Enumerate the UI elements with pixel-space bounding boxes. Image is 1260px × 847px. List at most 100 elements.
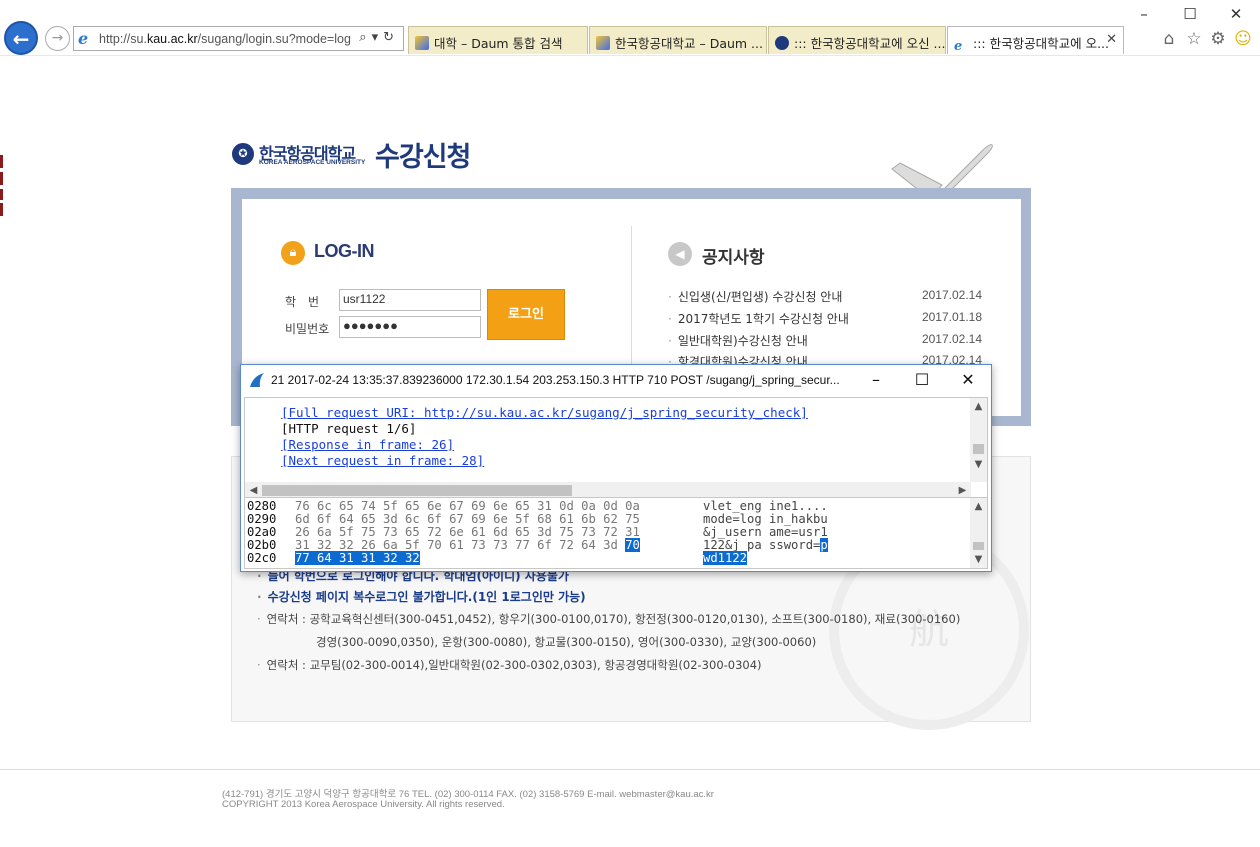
hex-bytes[interactable]: 26 6a 5f 75 73 65 72 6e 61 6d 65 3d 75 7…	[295, 525, 640, 539]
home-icon[interactable]: ⌂	[1159, 29, 1179, 49]
lock-icon: 🔒︎	[281, 241, 305, 265]
browser-window: – ☐ ✕ ← → e http://su.kau.ac.kr/sugang/l…	[0, 0, 1260, 847]
daum-icon	[596, 36, 610, 50]
hex-bytes[interactable]: 6d 6f 64 65 3d 6c 6f 67 69 6e 5f 68 61 6…	[295, 512, 640, 526]
ws-maximize-button[interactable]: ☐	[902, 368, 942, 392]
left-edge-marker	[0, 203, 3, 216]
ie-icon: e	[78, 29, 89, 48]
next-request-link[interactable]: [Next request in frame: 28]	[281, 453, 484, 468]
hex-bytes[interactable]: 77 64 31 31 32 32	[295, 551, 420, 565]
gear-icon[interactable]: ⚙	[1208, 29, 1228, 49]
close-tab-icon[interactable]: ✕	[1106, 32, 1117, 47]
tab-label: ::: 한국항공대학교에 오신 ...	[794, 36, 946, 51]
close-window-button[interactable]: ✕	[1221, 4, 1251, 24]
notice-date: 2017.01.18	[921, 310, 982, 324]
notice-date: 2017.02.14	[921, 332, 982, 346]
password-input[interactable]: ●●●●●●●	[339, 316, 481, 338]
left-edge-marker	[0, 189, 3, 200]
tab-kau-active[interactable]: e::: 한국항공대학교에 오... ✕	[947, 26, 1124, 54]
scroll-thumb[interactable]	[262, 485, 572, 496]
forward-button[interactable]: →	[45, 26, 70, 51]
full-request-uri-link[interactable]: [Full request URI: http://su.kau.ac.kr/s…	[281, 405, 808, 420]
tab-daum-kau[interactable]: 한국항공대학교 – Daum ...	[589, 26, 767, 54]
notice-item[interactable]: · 일반대학원)수강신청 안내 2017.02.14	[668, 332, 982, 349]
hex-offset: 02b0	[247, 538, 277, 552]
smiley-feedback-icon[interactable]: ☺	[1233, 29, 1253, 49]
hex-bytes-plain: 31 32 32 26 6a 5f 70 61 73 73 77 6f 72 6…	[295, 538, 626, 552]
response-frame-link[interactable]: [Response in frame: 26]	[281, 437, 454, 452]
page-title: 수강신청	[375, 142, 471, 173]
ascii-plain: 122&j_pa ssword=	[703, 538, 821, 552]
notice-item[interactable]: · 신입생(신/편입생) 수강신청 안내 2017.02.14	[668, 288, 982, 305]
wireshark-titlebar[interactable]: 21 2017-02-24 13:35:37.839236000 172.30.…	[241, 365, 991, 395]
packet-bytes-pane[interactable]: 0280 76 6c 65 74 5f 65 6e 67 69 6e 65 31…	[244, 497, 988, 569]
tree-vertical-scrollbar[interactable]: ▲ ▼	[970, 398, 987, 482]
notice-title[interactable]: 신입생(신/편입생) 수강신청 안내	[678, 290, 843, 304]
tab-daum-search[interactable]: 대학 – Daum 통합 검색	[408, 26, 588, 54]
back-button[interactable]: ←	[4, 21, 38, 55]
hex-ascii[interactable]: &j_usern ame=usr1	[703, 525, 828, 539]
login-button[interactable]: 로그인	[487, 289, 565, 340]
maximize-button[interactable]: ☐	[1175, 4, 1205, 24]
student-id-input[interactable]: usr1122	[339, 289, 481, 311]
ws-minimize-button[interactable]: –	[856, 368, 896, 392]
info-line: · 수강신청 페이지 복수로그인 불가합니다.(1인 1로그인만 가능)	[257, 590, 586, 604]
notice-heading-text: 공지사항	[702, 248, 765, 268]
search-refresh-icons[interactable]: ⌕▾↻	[359, 30, 399, 45]
scroll-thumb[interactable]	[973, 444, 984, 454]
ascii-selected: wd1122	[703, 551, 748, 565]
hex-vertical-scrollbar[interactable]: ▲ ▼	[970, 498, 987, 568]
notice-date: 2017.02.14	[921, 288, 982, 302]
info-line: · 연락처 : 교무팀(02-300-0014),일반대학원(02-300-030…	[257, 658, 762, 672]
hex-ascii[interactable]: wd1122	[703, 551, 748, 565]
ws-close-button[interactable]: ✕	[948, 368, 988, 392]
minimize-button[interactable]: –	[1129, 4, 1159, 24]
hex-offset: 0290	[247, 512, 277, 526]
info-line: · 연락처 : 공학교육혁신센터(300-0451,0452), 항우기(300-…	[257, 612, 961, 626]
wireshark-packet-window[interactable]: 21 2017-02-24 13:35:37.839236000 172.30.…	[240, 364, 992, 572]
left-edge-marker	[0, 155, 3, 168]
hex-ascii[interactable]: mode=log in_hakbu	[703, 512, 828, 526]
hex-row: 02b0 31 32 32 26 6a 5f 70 61 73 73 77 6f…	[245, 538, 971, 552]
hex-offset: 0280	[247, 499, 277, 513]
scroll-down-icon[interactable]: ▼	[970, 456, 987, 473]
notice-title[interactable]: 일반대학원)수강신청 안내	[678, 334, 808, 348]
hex-row: 0280 76 6c 65 74 5f 65 6e 67 69 6e 65 31…	[245, 499, 971, 513]
hex-bytes-selected: 70	[625, 538, 640, 552]
logo-english-name: KOREA AEROSPACE UNIVERSITY	[259, 159, 366, 166]
chrome-divider	[0, 55, 1260, 56]
info-text: 연락처 : 공학교육혁신센터(300-0451,0452), 항우기(300-0…	[266, 612, 961, 626]
browser-chrome: – ☐ ✕ ← → e http://su.kau.ac.kr/sugang/l…	[0, 0, 1260, 60]
hex-bytes[interactable]: 76 6c 65 74 5f 65 6e 67 69 6e 65 31 0d 0…	[295, 499, 640, 513]
daum-icon	[415, 36, 429, 50]
scroll-up-icon[interactable]: ▲	[970, 498, 987, 515]
tab-kau-1[interactable]: ::: 한국항공대학교에 오신 ...	[768, 26, 946, 54]
kau-emblem-icon: ✪	[232, 143, 254, 165]
speaker-icon: ◀︎	[668, 242, 692, 266]
footer-copyright: COPYRIGHT 2013 Korea Aerospace Universit…	[222, 799, 505, 810]
hex-bytes[interactable]: 31 32 32 26 6a 5f 70 61 73 73 77 6f 72 6…	[295, 538, 640, 552]
wireshark-title: 21 2017-02-24 13:35:37.839236000 172.30.…	[271, 373, 840, 387]
login-heading-text: LOG-IN	[314, 241, 375, 261]
favorites-star-icon[interactable]: ☆	[1184, 29, 1204, 49]
hex-row: 0290 6d 6f 64 65 3d 6c 6f 67 69 6e 5f 68…	[245, 512, 971, 526]
wireshark-fin-icon	[250, 373, 264, 387]
hex-ascii[interactable]: vlet_eng ine1....	[703, 499, 828, 513]
footer-address: (412-791) 경기도 고양시 덕양구 항공대학로 76 TEL. (02)…	[222, 789, 714, 800]
info-text: 연락처 : 교무팀(02-300-0014),일반대학원(02-300-0302…	[266, 658, 762, 672]
hex-row: 02a0 26 6a 5f 75 73 65 72 6e 61 6d 65 3d…	[245, 525, 971, 539]
password-label: 비밀번호	[285, 322, 330, 336]
student-id-label: 학 번	[285, 295, 320, 309]
notice-item[interactable]: · 2017학년도 1학기 수강신청 안내 2017.01.18	[668, 310, 982, 327]
footer-divider	[0, 769, 1260, 770]
address-bar[interactable]: e http://su.kau.ac.kr/sugang/login.su?mo…	[73, 26, 404, 51]
scroll-up-icon[interactable]: ▲	[970, 398, 987, 415]
scroll-thumb[interactable]	[973, 542, 984, 550]
packet-details-tree[interactable]: [Full request URI: http://su.kau.ac.kr/s…	[244, 397, 988, 499]
hex-ascii[interactable]: 122&j_pa ssword=p	[703, 538, 828, 552]
http-request-count: [HTTP request 1/6]	[281, 421, 417, 436]
scroll-down-icon[interactable]: ▼	[970, 551, 987, 568]
notice-title[interactable]: 2017학년도 1학기 수강신청 안내	[678, 312, 849, 326]
kau-emblem-icon	[775, 36, 789, 50]
address-url[interactable]: http://su.kau.ac.kr/sugang/login.su?mode…	[99, 32, 351, 46]
